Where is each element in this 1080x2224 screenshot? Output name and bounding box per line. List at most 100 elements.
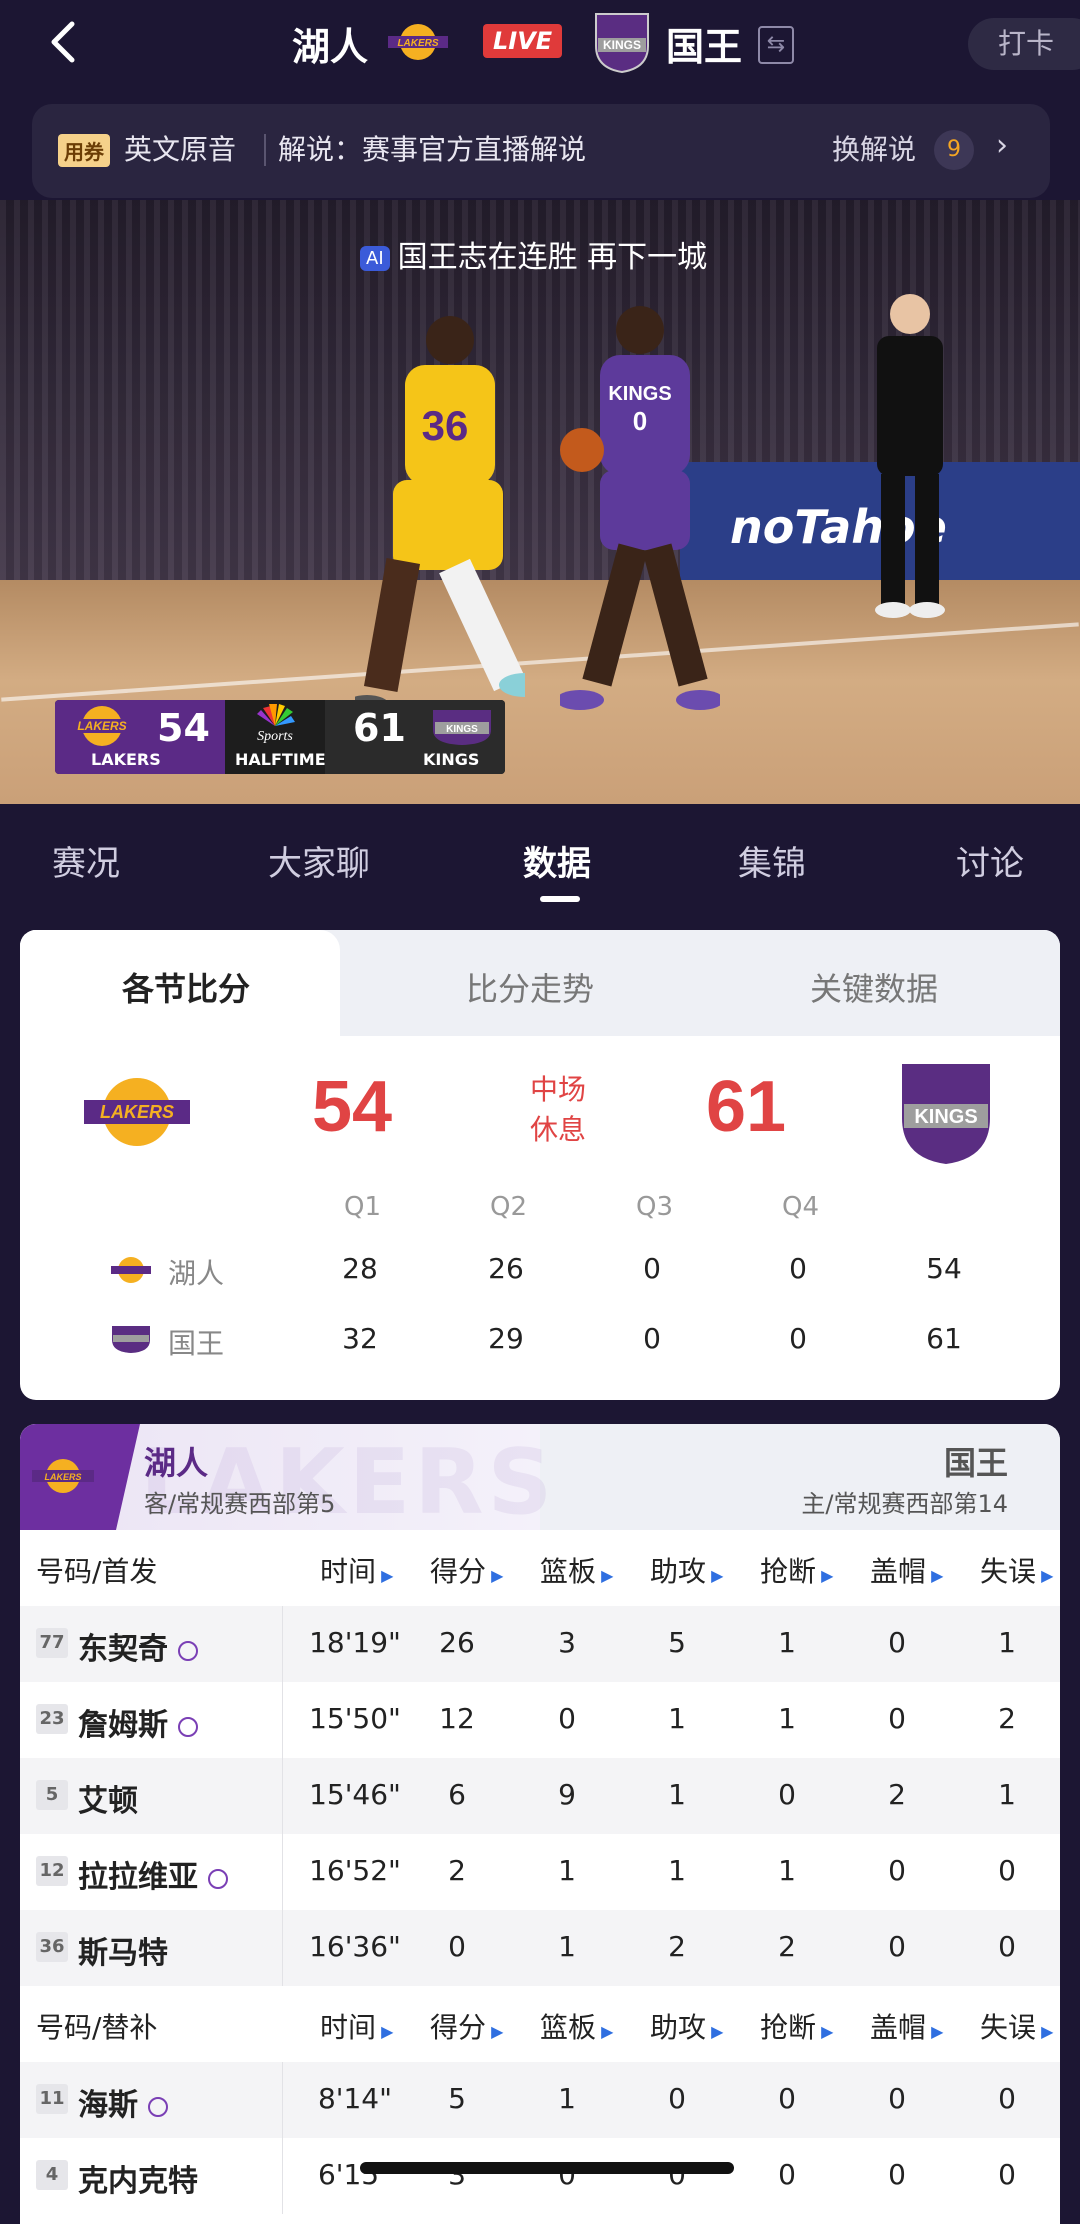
stat-cell: 1: [558, 2082, 576, 2115]
stat-cell: 1: [778, 1702, 796, 1735]
player-name-cell: 36 斯马特: [20, 1910, 283, 1986]
tab-chat[interactable]: 大家聊: [268, 836, 370, 885]
column-header-stat[interactable]: 篮板 ▶: [540, 1550, 613, 1590]
game-status-line2: 休息: [529, 1113, 586, 1146]
player-row[interactable]: 11 海斯 8'14" 5 1 0 0 0 0: [20, 2062, 1060, 2138]
right-team-name[interactable]: 国王: [944, 1438, 1008, 1484]
svg-text:36: 36: [422, 402, 469, 449]
stat-cell: 1: [998, 1626, 1016, 1659]
stat-cell: 0: [998, 1854, 1016, 1887]
video-player[interactable]: noTahoe 36 KINGS 0 AI 国王志在连胜 再下一城 LAKERS…: [0, 200, 1080, 804]
quarter-score-cell: 0: [643, 1322, 661, 1355]
sort-arrow-icon: ▶: [816, 2022, 834, 2041]
sort-arrow-icon: ▶: [926, 2022, 944, 2041]
player-name[interactable]: 克内克特: [78, 2164, 198, 2199]
column-header-stat[interactable]: 时间 ▶: [320, 2006, 393, 2046]
live-badge: LIVE: [483, 24, 563, 58]
player-name[interactable]: 东契奇: [78, 1632, 168, 1667]
tab-live[interactable]: 赛况: [52, 836, 120, 885]
sort-arrow-icon: ▶: [596, 1566, 614, 1585]
column-header-label: 时间: [320, 1555, 377, 1588]
subtab-score-trend[interactable]: 比分走势: [466, 964, 594, 1010]
stat-cell: 16'52": [309, 1854, 401, 1887]
column-header-stat[interactable]: 盖帽 ▶: [870, 2006, 943, 2046]
player-stats-card: LAKERS LAKERS 湖人 客/常规赛西部第5 国王 主/常规赛西部第14…: [20, 1424, 1060, 2224]
stat-cell: 15'50": [309, 1702, 401, 1735]
column-header-stat[interactable]: 篮板 ▶: [540, 2006, 613, 2046]
stat-cell: 0: [888, 2158, 906, 2191]
away-team-name[interactable]: 国王: [666, 16, 742, 71]
jersey-number: 4: [36, 2160, 68, 2190]
stat-cell: 0: [778, 2158, 796, 2191]
column-header-stat[interactable]: 得分 ▶: [430, 2006, 503, 2046]
column-header-stat[interactable]: 失误 ▶: [980, 1550, 1053, 1590]
switch-commentary-button[interactable]: 换解说: [832, 128, 916, 168]
quarter-row-team: 湖人: [168, 1257, 225, 1290]
player-name-cell: 12 拉拉维亚: [20, 1834, 283, 1910]
lakers-logo-icon: LAKERS: [61, 706, 143, 746]
swap-icon[interactable]: ⇆: [758, 26, 794, 64]
svg-text:Sports: Sports: [257, 729, 293, 744]
back-icon[interactable]: [42, 18, 90, 66]
home-team-name[interactable]: 湖人: [292, 16, 368, 71]
player-name[interactable]: 海斯: [78, 2088, 138, 2123]
stats-column-header-row: 号码/替补 时间 ▶ 得分 ▶ 篮板 ▶ 助攻 ▶ 抢断 ▶ 盖帽 ▶ 失误 ▶: [20, 1986, 1060, 2062]
stat-cell: 2: [998, 1702, 1016, 1735]
quarter-score-cell: 28: [342, 1252, 378, 1285]
stat-cell: 3: [558, 1626, 576, 1659]
player-name[interactable]: 拉拉维亚: [78, 1860, 198, 1895]
scorebug-kings-score: 61: [353, 706, 406, 750]
game-status-line1: 中场: [529, 1073, 586, 1106]
column-header-label: 抢断: [760, 1555, 817, 1588]
tab-stats[interactable]: 数据: [523, 836, 591, 885]
player-row[interactable]: 12 拉拉维亚 16'52" 2 1 1 1 0 0: [20, 1834, 1060, 1910]
home-indicator[interactable]: [360, 2162, 734, 2174]
tab-highlights[interactable]: 集锦: [738, 836, 806, 885]
left-team-name[interactable]: 湖人: [144, 1438, 208, 1484]
tab-discussion[interactable]: 讨论: [956, 836, 1024, 885]
column-header-stat[interactable]: 抢断 ▶: [760, 2006, 833, 2046]
commentary-bar[interactable]: 用券 英文原音 解说：赛事官方直播解说 换解说 9 ›: [32, 104, 1050, 198]
stat-cell: 0: [668, 2082, 686, 2115]
player-name-wrap: 海斯: [78, 2080, 168, 2124]
basketball-icon: [148, 2097, 168, 2117]
stats-subtabs: 各节比分 比分走势 关键数据: [20, 930, 1060, 1036]
player-row[interactable]: 23 詹姆斯 15'50" 12 0 1 1 0 2: [20, 1682, 1060, 1758]
player-name-cell: 4 克内克特: [20, 2138, 283, 2214]
stat-cell: 8'14": [317, 2082, 393, 2115]
subtab-key-stats[interactable]: 关键数据: [810, 964, 938, 1010]
kings-logo-icon: KINGS: [433, 710, 491, 745]
subtab-quarter-scores[interactable]: 各节比分: [122, 964, 250, 1010]
column-header-stat[interactable]: 助攻 ▶: [650, 2006, 723, 2046]
column-header-stat[interactable]: 得分 ▶: [430, 1550, 503, 1590]
player-name[interactable]: 艾顿: [78, 1784, 138, 1819]
player-row[interactable]: 77 东契奇 18'19" 26 3 5 1 0 1: [20, 1606, 1060, 1682]
chevron-right-icon[interactable]: ›: [996, 128, 1008, 163]
main-tabs: 赛况 大家聊 数据 集锦 讨论: [0, 804, 1080, 914]
player-name[interactable]: 斯马特: [78, 1936, 168, 1971]
commentary-count-badge: 9: [934, 130, 974, 170]
checkin-button[interactable]: 打卡: [968, 18, 1080, 70]
player-row[interactable]: 36 斯马特 16'36" 0 1 2 2 0 0: [20, 1910, 1060, 1986]
player-row[interactable]: 5 艾顿 15'46" 6 9 1 0 2 1: [20, 1758, 1060, 1834]
jersey-number: 77: [36, 1628, 68, 1658]
sort-arrow-icon: ▶: [376, 1566, 394, 1585]
stat-cell: 1: [778, 1854, 796, 1887]
jersey-number: 12: [36, 1856, 68, 1886]
right-team-rank: 主/常规赛西部第14: [801, 1490, 1008, 1518]
basketball-icon: [178, 1641, 198, 1661]
player-name[interactable]: 詹姆斯: [78, 1708, 168, 1743]
audio-language[interactable]: 英文原音: [124, 128, 236, 168]
column-header-stat[interactable]: 盖帽 ▶: [870, 1550, 943, 1590]
column-header-stat[interactable]: 抢断 ▶: [760, 1550, 833, 1590]
sort-arrow-icon: ▶: [486, 1566, 504, 1585]
column-header-stat[interactable]: 助攻 ▶: [650, 1550, 723, 1590]
stat-cell: 0: [558, 1702, 576, 1735]
column-header-stat[interactable]: 时间 ▶: [320, 1550, 393, 1590]
scorebug-period: HALFTIME: [235, 750, 326, 769]
sort-arrow-icon: ▶: [1036, 1566, 1054, 1585]
stat-cell: 12: [439, 1702, 475, 1735]
player-row[interactable]: 4 克内克特 6'15" 3 0 0 0 0 0: [20, 2138, 1060, 2214]
column-header-stat[interactable]: 失误 ▶: [980, 2006, 1053, 2046]
stat-cell: 1: [668, 1702, 686, 1735]
